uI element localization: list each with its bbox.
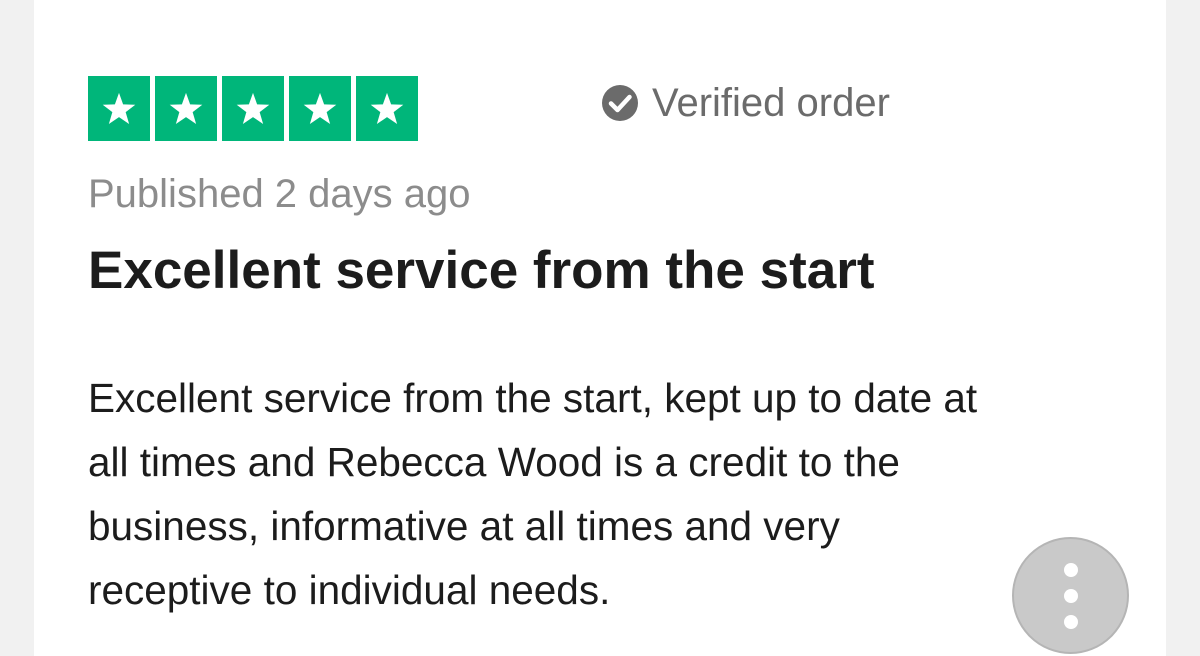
review-body-line: receptive to individual needs. xyxy=(88,567,611,613)
star-rating xyxy=(88,76,418,141)
star-icon xyxy=(102,92,136,124)
star-box xyxy=(356,76,418,141)
verified-label: Verified order xyxy=(652,80,890,125)
review-body-line: Excellent service from the start, kept u… xyxy=(88,375,978,421)
review-title: Excellent service from the start xyxy=(88,241,875,300)
check-circle-icon xyxy=(600,83,640,123)
more-options-button[interactable] xyxy=(1012,537,1129,654)
star-icon xyxy=(169,92,203,124)
review-body: Excellent service from the start, kept u… xyxy=(88,366,1138,622)
review-card: Verified order Published 2 days ago Exce… xyxy=(34,0,1166,656)
star-box xyxy=(222,76,284,141)
star-box xyxy=(88,76,150,141)
more-vertical-icon xyxy=(1061,560,1081,632)
star-box xyxy=(289,76,351,141)
review-body-line: business, informative at all times and v… xyxy=(88,503,840,549)
star-icon xyxy=(303,92,337,124)
star-icon xyxy=(236,92,270,124)
star-icon xyxy=(370,92,404,124)
review-body-line: all times and Rebecca Wood is a credit t… xyxy=(88,439,900,485)
verified-badge: Verified order xyxy=(600,78,890,128)
published-date: Published 2 days ago xyxy=(88,172,471,216)
star-box xyxy=(155,76,217,141)
